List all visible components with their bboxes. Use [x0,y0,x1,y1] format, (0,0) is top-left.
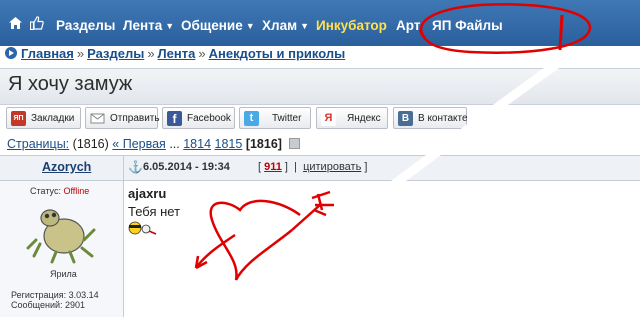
red-arrow-fletching [311,190,334,217]
share-label: В контакте [418,113,468,124]
quote-link[interactable]: цитировать [303,161,361,173]
breadcrumb-lenta[interactable]: Лента [158,46,196,61]
chevron-down-icon: ▼ [245,21,255,31]
nav-label: Хлам [262,18,298,33]
nav-razdely[interactable]: Разделы [56,18,115,33]
yandex-icon: Я [321,111,336,126]
thumbs-up-icon[interactable] [30,16,44,30]
page-title: Я хочу замуж [8,73,133,95]
home-icon[interactable] [9,17,22,29]
share-label: Twitter [272,113,302,124]
post-date: 6.05.2014 - 19:34 [143,161,230,173]
breadcrumb-arrow-icon [5,47,17,59]
chevron-down-icon: ▼ [165,21,175,31]
facebook-button[interactable]: f Facebook [162,107,235,129]
nav-lenta[interactable]: Лента ▼ [123,18,174,33]
breadcrumb-separator: » [76,46,85,61]
quoted-username: ajaxru [128,186,167,201]
pages-total: (1816) [72,137,109,151]
post-text: Тебя нет [128,204,181,219]
pages-label[interactable]: Страницы: [7,137,69,151]
red-arrow-tail [194,233,236,269]
nav-inkubator[interactable]: Инкубатор [316,18,387,33]
pagination: Страницы: (1816) « Первая ... 1814 1815 … [7,137,301,151]
mail-icon [90,113,105,124]
twitter-icon: t [244,111,259,126]
red-heart-scribble [209,199,301,281]
breadcrumb: Главная» Разделы» Лента» Анекдоты и приколы [5,46,345,62]
red-exclamation-dot [556,61,562,67]
share-label: Facebook [187,113,231,124]
msgs-value: 2901 [65,300,86,310]
yap-icon: ЯП [11,111,26,126]
breadcrumb-separator: » [147,46,155,61]
nav-label: Общение [181,18,243,33]
current-page: [1816] [245,137,282,151]
reg-value: 3.03.14 [68,290,99,300]
reg-label: Регистрация: [11,290,67,300]
red-arrow-shaft [291,204,321,231]
user-registration: Регистрация: 3.03.14 [11,290,99,300]
post-number-link[interactable]: 911 [264,161,282,173]
post-divider [123,155,124,317]
share-label: Закладки [31,113,75,124]
nav-label: ЯП Файлы [432,18,503,33]
vkontakte-button[interactable]: В В контакте [393,107,468,129]
page-link-1815[interactable]: 1815 [215,137,243,151]
first-page-link[interactable]: « Первая [112,137,166,151]
nav-obshchenie[interactable]: Общение ▼ [181,18,255,33]
bookmarks-button[interactable]: ЯП Закладки [6,107,81,129]
page-link-1814[interactable]: 1814 [183,137,211,151]
nav-label: Арт [396,18,421,33]
yandex-button[interactable]: Я Яндекс [316,107,388,129]
pages-ellipsis: ... [169,137,180,151]
pages-menu-icon[interactable] [289,138,301,149]
breadcrumb-razdely[interactable]: Разделы [87,46,144,61]
red-arrow-head [194,255,208,270]
twitter-button[interactable]: t Twitter [239,107,311,129]
nav-label: Разделы [56,18,116,33]
post-author-link[interactable]: Azorych [42,160,91,174]
nav-khlam[interactable]: Хлам ▼ [262,18,309,33]
msgs-label: Сообщений: [11,300,63,310]
share-label: Яндекс [347,113,381,124]
breadcrumb-separator: » [198,46,206,61]
breadcrumb-anekdoty[interactable]: Анекдоты и приколы [209,46,346,61]
breadcrumb-home[interactable]: Главная [21,46,74,61]
send-button[interactable]: Отправить [85,107,160,129]
nav-yap-faily[interactable]: ЯП Файлы [432,18,503,33]
user-messages: Сообщений: 2901 [11,300,85,310]
status-value: Offline [63,186,90,196]
nav-label: Инкубатор [316,18,387,33]
user-status: Статус: Offline [30,186,89,196]
anchor-icon[interactable]: ⚓ [128,160,143,174]
user-nickname: Ярила [50,269,77,279]
chevron-down-icon: ▼ [300,21,309,31]
smiley-icon [128,221,157,235]
avatar[interactable] [26,200,98,264]
facebook-icon: f [167,111,182,126]
vk-icon: В [398,111,413,126]
status-label: Статус: [30,186,61,196]
post-number-group: [ 911 ] | цитировать ] [258,161,368,173]
nav-label: Лента [123,18,163,33]
share-label: Отправить [110,113,160,124]
nav-art[interactable]: Арт [396,18,420,33]
